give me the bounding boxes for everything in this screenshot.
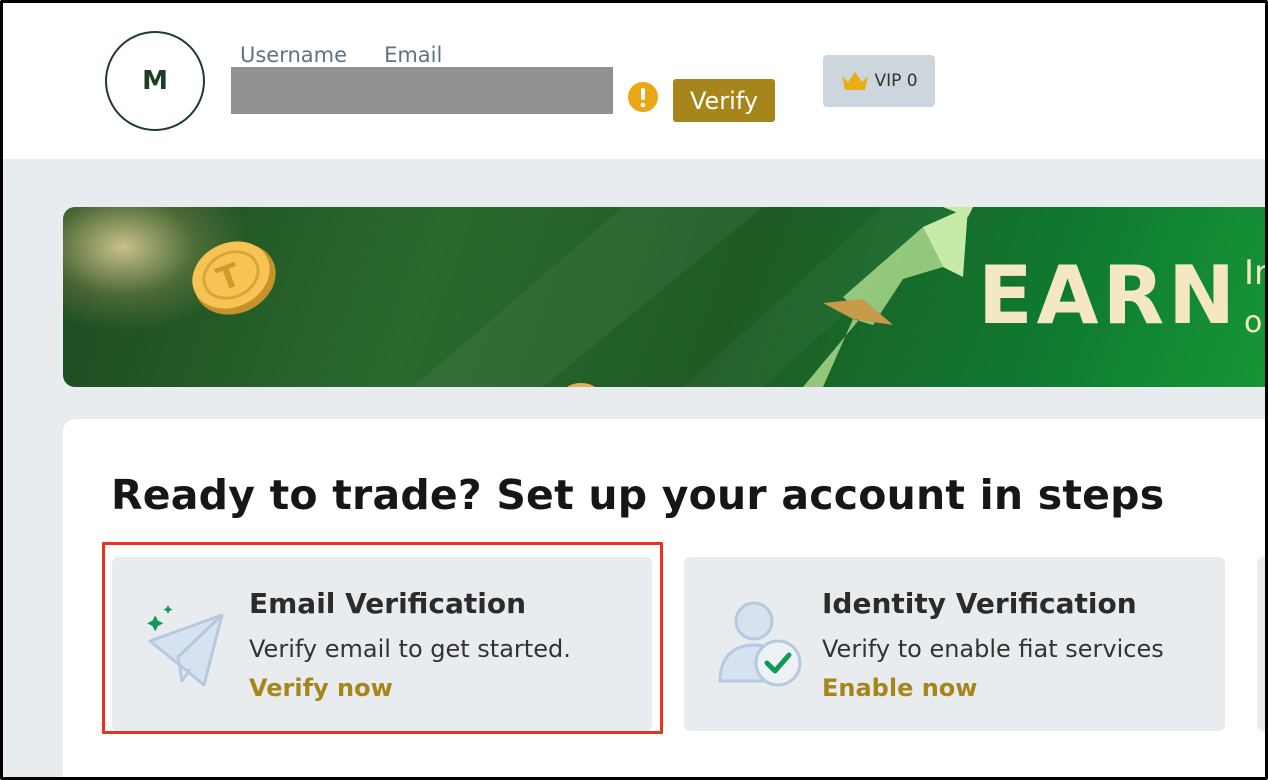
promo-banner[interactable]: T EARN In o — [63, 207, 1265, 387]
step-description: Verify to enable fiat services — [822, 635, 1164, 663]
step-identity-verification[interactable]: Identity Verification Verify to enable f… — [684, 557, 1225, 731]
user-check-icon — [718, 601, 802, 687]
step-title: Identity Verification — [822, 587, 1137, 620]
warning-icon — [628, 82, 658, 112]
verify-button[interactable]: Verify — [673, 79, 775, 122]
step-description: Verify email to get started. — [249, 635, 571, 663]
tab-username[interactable]: Username — [240, 43, 347, 67]
paper-plane-icon — [147, 605, 224, 687]
banner-subtext-1: In — [1244, 253, 1265, 293]
avatar-initial: M — [142, 66, 168, 96]
crown-icon — [842, 72, 869, 90]
banner-subtext-2: o — [1244, 305, 1263, 340]
step-title: Email Verification — [249, 587, 527, 620]
profile-header: M Username Email Verify VIP 0 — [3, 3, 1265, 159]
vip-badge[interactable]: VIP 0 — [823, 55, 935, 107]
identity-tabs: Username Email — [240, 43, 442, 67]
vip-level: VIP 0 — [874, 71, 918, 91]
setup-title: Ready to trade? Set up your account in s… — [111, 471, 1165, 519]
page-frame: M Username Email Verify VIP 0 T EARN I o… — [0, 0, 1268, 780]
step-next-partial[interactable] — [1257, 557, 1265, 731]
verify-now-link[interactable]: Verify now — [249, 674, 393, 702]
tab-email[interactable]: Email — [384, 43, 442, 67]
avatar[interactable]: M — [105, 31, 205, 131]
enable-now-link[interactable]: Enable now — [822, 674, 977, 702]
step-email-verification[interactable]: Email Verification Verify email to get s… — [112, 557, 652, 731]
redacted-account-value — [231, 67, 613, 114]
banner-headline: EARN — [978, 249, 1240, 342]
